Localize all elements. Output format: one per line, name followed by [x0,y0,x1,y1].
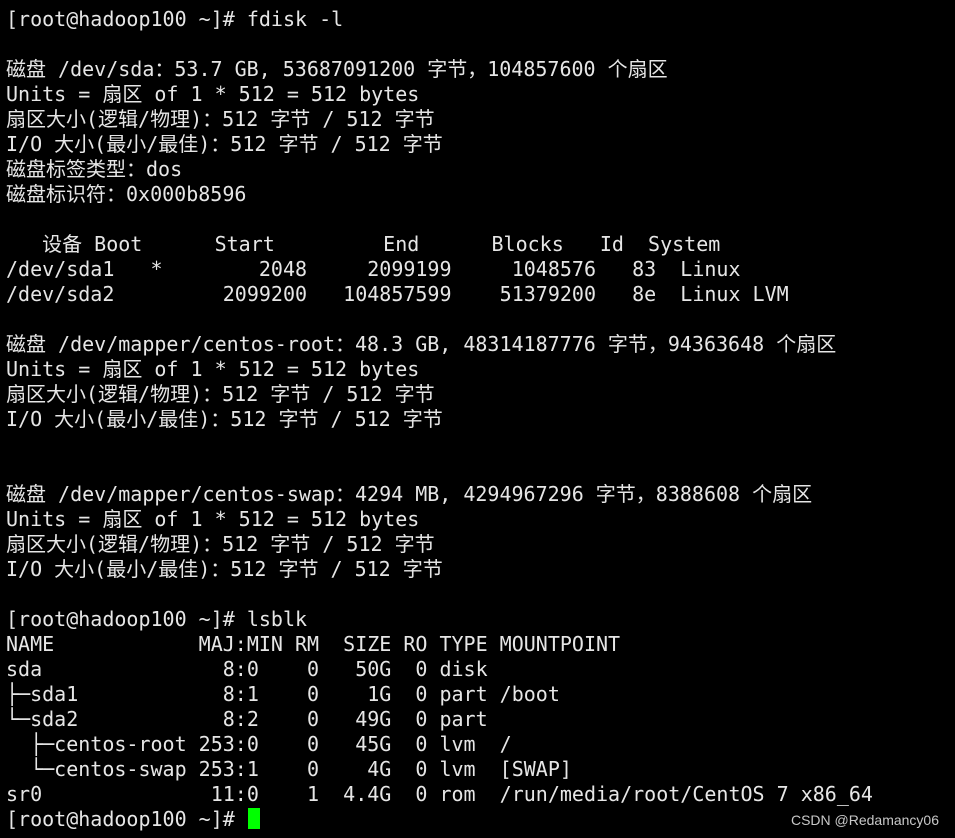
terminal-line: ├─centos-root 253:0 0 45G 0 lvm / [6,732,512,756]
terminal-line: [root@hadoop100 ~]# fdisk -l [6,7,344,31]
terminal-line: sr0 11:0 1 4.4G 0 rom /run/media/root/Ce… [6,782,873,806]
terminal-line: 扇区大小(逻辑/物理)：512 字节 / 512 字节 [6,382,435,406]
terminal-line: Units = 扇区 of 1 * 512 = 512 bytes [6,507,420,531]
terminal-line: 扇区大小(逻辑/物理)：512 字节 / 512 字节 [6,107,435,131]
terminal-line: /dev/sda2 2099200 104857599 51379200 8e … [6,282,789,306]
terminal-line: Units = 扇区 of 1 * 512 = 512 bytes [6,357,420,381]
terminal-line: 扇区大小(逻辑/物理)：512 字节 / 512 字节 [6,532,435,556]
terminal-line: ├─sda1 8:1 0 1G 0 part /boot [6,682,560,706]
terminal-line: 磁盘标识符：0x000b8596 [6,182,247,206]
terminal-line: NAME MAJ:MIN RM SIZE RO TYPE MOUNTPOINT [6,632,621,656]
terminal-line: sda 8:0 0 50G 0 disk [6,657,488,681]
terminal-line: /dev/sda1 * 2048 2099199 1048576 83 Linu… [6,257,741,281]
terminal-prompt: [root@hadoop100 ~]# [6,807,247,831]
terminal-line: Units = 扇区 of 1 * 512 = 512 bytes [6,82,420,106]
terminal-output: [root@hadoop100 ~]# fdisk -l 磁盘 /dev/sda：… [6,7,955,807]
terminal-line: └─sda2 8:2 0 49G 0 part [6,707,488,731]
terminal-line: [root@hadoop100 ~]# lsblk [6,607,308,631]
terminal-line: I/O 大小(最小/最佳)：512 字节 / 512 字节 [6,407,443,431]
terminal-line: 磁盘标签类型：dos [6,157,183,181]
terminal-line: 磁盘 /dev/mapper/centos-swap：4294 MB, 4294… [6,482,813,506]
text-cursor [247,808,260,829]
terminal-line: 磁盘 /dev/sda：53.7 GB, 53687091200 字节，1048… [6,57,668,81]
terminal-line: └─centos-swap 253:1 0 4G 0 lvm [SWAP] [6,757,572,781]
terminal-window[interactable]: [root@hadoop100 ~]# fdisk -l 磁盘 /dev/sda：… [0,0,955,838]
terminal-line: 设备 Boot Start End Blocks Id System [6,232,721,256]
terminal-line: I/O 大小(最小/最佳)：512 字节 / 512 字节 [6,557,443,581]
terminal-line: 磁盘 /dev/mapper/centos-root：48.3 GB, 4831… [6,332,837,356]
watermark: CSDN @Redamancy06 [790,812,939,828]
terminal-line: I/O 大小(最小/最佳)：512 字节 / 512 字节 [6,132,443,156]
